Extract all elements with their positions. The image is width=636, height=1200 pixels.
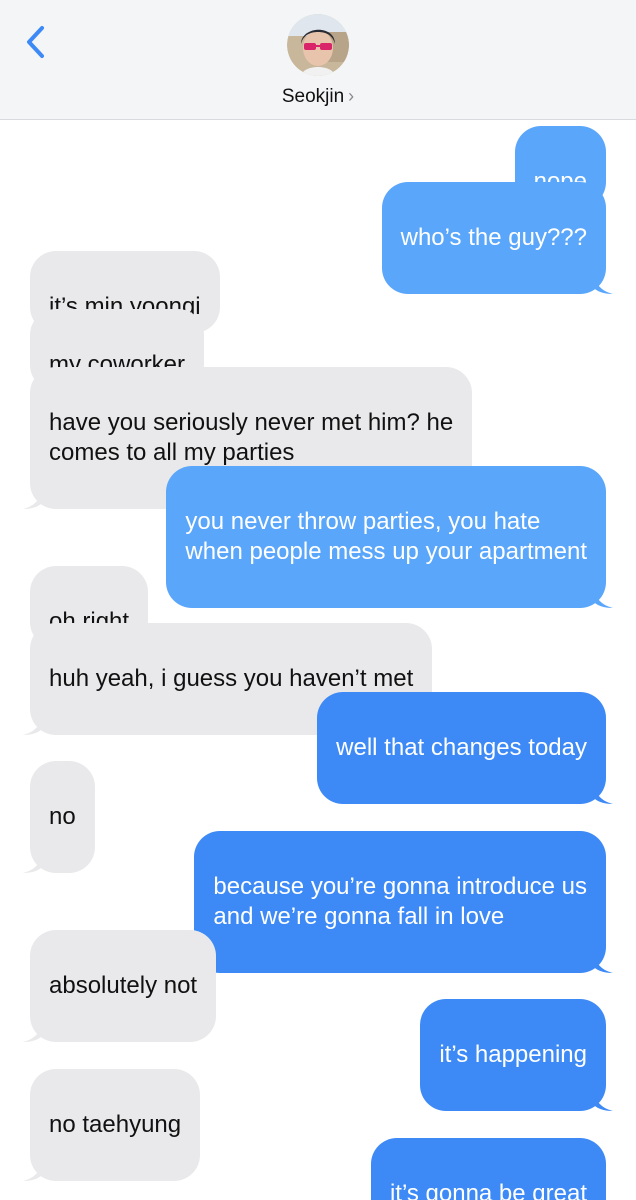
message-text: it’s gonna be great bbox=[389, 1180, 587, 1200]
message-bubble-sent[interactable]: you never throw parties, you hate when p… bbox=[166, 466, 613, 608]
messages-screen: nope who’s the guy??? it’s min yoongi my… bbox=[0, 0, 636, 1200]
message-text: who’s the guy??? bbox=[400, 224, 587, 251]
avatar-photo bbox=[287, 14, 349, 76]
bubble-tail bbox=[593, 1089, 613, 1111]
message-thread[interactable]: nope who’s the guy??? it’s min yoongi my… bbox=[0, 0, 636, 1200]
message-text: it’s happening bbox=[439, 1041, 587, 1068]
message-text: well that changes today bbox=[336, 734, 587, 761]
bubble-tail bbox=[593, 272, 613, 294]
message-bubble-received[interactable]: no taehyung bbox=[23, 1069, 201, 1181]
bubble-tail bbox=[23, 1159, 43, 1181]
message-bubble-sent[interactable]: it’s happening bbox=[420, 999, 613, 1111]
back-button[interactable] bbox=[22, 22, 52, 62]
message-text: you never throw parties, you hate when p… bbox=[185, 508, 587, 565]
bubble-tail bbox=[593, 951, 613, 973]
bubble-tail bbox=[593, 782, 613, 804]
message-bubble-sent[interactable]: because you’re gonna introduce us and we… bbox=[194, 831, 613, 973]
conversation-header: Seokjin › bbox=[0, 0, 636, 120]
bubble-tail bbox=[23, 713, 43, 735]
message-bubble-received[interactable]: absolutely not bbox=[23, 930, 217, 1042]
contact-name-button[interactable]: Seokjin › bbox=[0, 84, 636, 109]
message-bubble-sent[interactable]: well that changes today bbox=[317, 692, 613, 804]
message-text: huh yeah, i guess you haven’t met bbox=[49, 665, 414, 692]
message-text: because you’re gonna introduce us and we… bbox=[213, 873, 587, 930]
chevron-right-icon: › bbox=[348, 86, 355, 106]
message-text: have you seriously never met him? he com… bbox=[49, 409, 454, 466]
contact-avatar[interactable] bbox=[287, 14, 349, 76]
bubble-tail bbox=[23, 851, 43, 873]
message-text: no taehyung bbox=[49, 1111, 182, 1138]
message-text: absolutely not bbox=[49, 972, 198, 999]
contact-name: Seokjin bbox=[281, 86, 345, 107]
bubble-tail bbox=[593, 586, 613, 608]
chevron-left-icon bbox=[27, 26, 44, 58]
message-bubble-sent[interactable]: who’s the guy??? bbox=[381, 182, 613, 294]
message-bubble-sent[interactable]: it’s gonna be great bbox=[370, 1138, 606, 1200]
bubble-tail bbox=[23, 487, 43, 509]
message-text: no bbox=[49, 803, 76, 830]
message-bubble-received[interactable]: no bbox=[23, 761, 95, 873]
bubble-tail bbox=[23, 1020, 43, 1042]
